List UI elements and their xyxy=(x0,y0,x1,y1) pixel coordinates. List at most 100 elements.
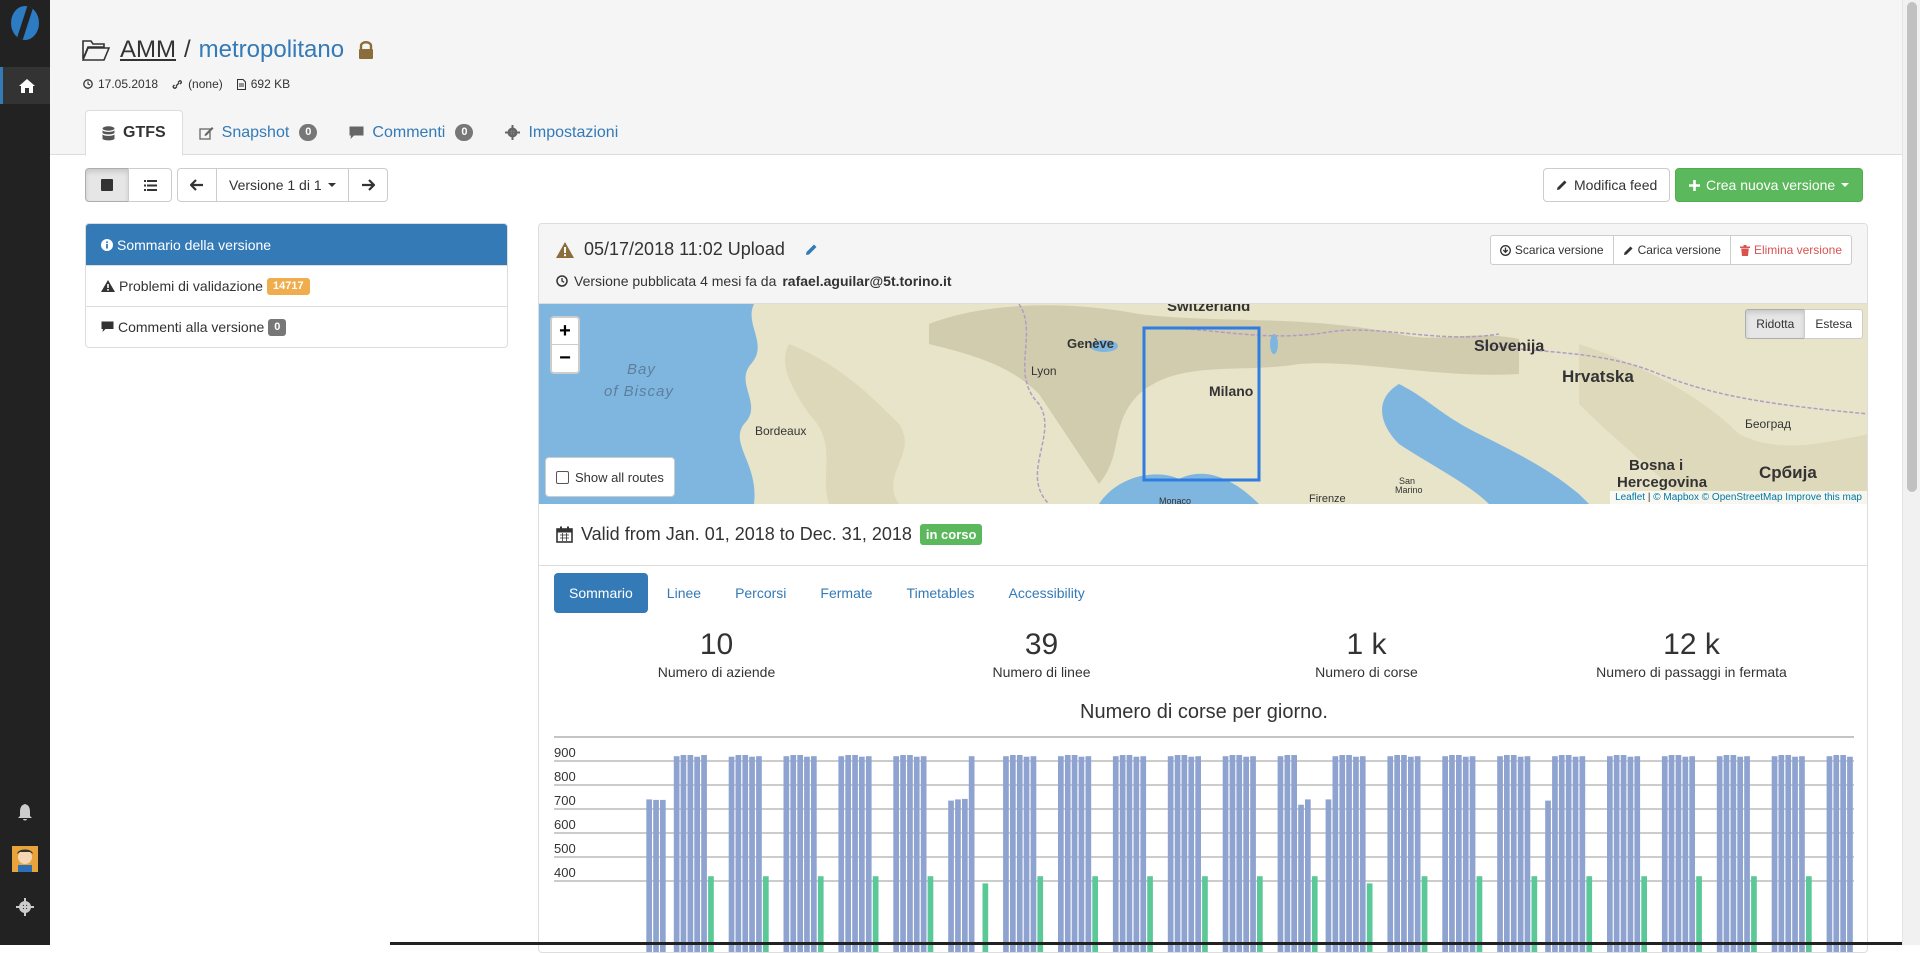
subtab-fermate[interactable]: Fermate xyxy=(805,573,887,613)
chart-bar[interactable] xyxy=(694,756,700,953)
chart-bar[interactable] xyxy=(1339,755,1346,953)
user-avatar[interactable] xyxy=(0,842,50,876)
zoom-in-button[interactable]: + xyxy=(552,318,578,345)
mapbox-link[interactable]: © Mapbox xyxy=(1653,492,1699,503)
chart-bar[interactable] xyxy=(948,800,954,953)
section-comments[interactable]: Commenti alla versione 0 xyxy=(86,306,507,347)
chart-bar[interactable] xyxy=(1778,755,1785,953)
chart-bar[interactable] xyxy=(735,755,742,953)
zoom-out-button[interactable]: − xyxy=(552,345,578,372)
chart-bar[interactable] xyxy=(1504,755,1510,953)
chart-bar[interactable] xyxy=(1030,756,1037,953)
chart-bar[interactable] xyxy=(790,755,797,953)
chart-bar[interactable] xyxy=(1730,755,1737,953)
subtab-percorsi[interactable]: Percorsi xyxy=(720,573,801,613)
upload-version-button[interactable]: Carica versione xyxy=(1612,235,1731,265)
chart-bar[interactable] xyxy=(701,755,707,953)
subtab-accessibility[interactable]: Accessibility xyxy=(994,573,1100,613)
chart-bar[interactable] xyxy=(1112,756,1119,953)
chart-bar[interactable] xyxy=(900,755,906,953)
improve-map-link[interactable]: Improve this map xyxy=(1785,492,1862,503)
chart-bar[interactable] xyxy=(1195,756,1201,953)
app-logo[interactable] xyxy=(11,6,39,40)
chart-bar[interactable] xyxy=(1524,756,1531,953)
chart-bar[interactable] xyxy=(1607,756,1613,953)
chart-bar[interactable] xyxy=(913,756,920,953)
chart-bar[interactable] xyxy=(1545,800,1551,953)
chart-bar[interactable] xyxy=(1799,756,1805,953)
chart-bar[interactable] xyxy=(1689,756,1695,953)
chart-bar[interactable] xyxy=(1613,755,1620,953)
chart-bar[interactable] xyxy=(1058,756,1064,953)
chart-bar[interactable] xyxy=(1133,756,1140,953)
chart-bar[interactable] xyxy=(1449,755,1455,953)
chart-bar[interactable] xyxy=(893,756,899,953)
settings-button[interactable] xyxy=(0,890,50,924)
chart-bar[interactable] xyxy=(1401,755,1407,953)
chart-bar[interactable] xyxy=(1023,756,1030,953)
edit-feed-button[interactable]: Modifica feed xyxy=(1543,168,1671,202)
chart-bar[interactable] xyxy=(1785,755,1792,953)
chart-bar[interactable] xyxy=(1627,756,1634,953)
chart-bar[interactable] xyxy=(1325,799,1332,953)
chart-bar[interactable] xyxy=(1243,756,1249,953)
subtab-linee[interactable]: Linee xyxy=(652,573,716,613)
show-routes-toggle[interactable]: Show all routes xyxy=(545,457,675,497)
chart-bar[interactable] xyxy=(804,756,810,953)
chart-bar[interactable] xyxy=(1181,755,1188,953)
chart-bar[interactable] xyxy=(1071,755,1078,953)
chart-bar[interactable] xyxy=(1510,755,1517,953)
chart-bar[interactable] xyxy=(653,799,659,953)
chart-bar[interactable] xyxy=(1222,756,1229,953)
next-version-button[interactable] xyxy=(347,168,388,202)
chart-bar[interactable] xyxy=(660,799,666,953)
map-extended-button[interactable]: Estesa xyxy=(1804,309,1863,339)
show-routes-checkbox[interactable] xyxy=(556,470,569,484)
chart-bar[interactable] xyxy=(1682,756,1689,953)
chart-bar[interactable] xyxy=(1284,755,1291,953)
chart-bar[interactable] xyxy=(968,756,975,953)
chart-bar[interactable] xyxy=(1408,756,1414,953)
page-scrollbar[interactable] xyxy=(1902,0,1920,945)
chart-bar[interactable] xyxy=(1661,756,1668,953)
chart-bar[interactable] xyxy=(1229,755,1236,953)
chart-bar[interactable] xyxy=(1572,756,1579,953)
chart-bar[interactable] xyxy=(1298,804,1304,953)
chart-bar[interactable] xyxy=(1675,755,1682,953)
chart-bar[interactable] xyxy=(1497,756,1503,953)
chart-bar[interactable] xyxy=(756,756,762,953)
chart-bar[interactable] xyxy=(1359,756,1366,953)
chart-bar[interactable] xyxy=(1126,755,1133,953)
section-summary[interactable]: Sommario della versione xyxy=(86,224,507,265)
chart-bar[interactable] xyxy=(1558,755,1565,953)
chart-bar[interactable] xyxy=(1469,756,1476,953)
tab-impostazioni[interactable]: Impostazioni xyxy=(489,110,634,155)
chart-bar[interactable] xyxy=(742,755,749,953)
chart-bar[interactable] xyxy=(1833,755,1840,953)
tab-snapshot[interactable]: Snapshot 0 xyxy=(183,110,334,155)
chart-bar[interactable] xyxy=(1394,755,1400,953)
chart-bar[interactable] xyxy=(1744,756,1750,953)
chart-bar[interactable] xyxy=(1387,756,1394,953)
chart-bar[interactable] xyxy=(797,755,803,953)
chart-bar[interactable] xyxy=(1174,755,1181,953)
feed-name[interactable]: metropolitano xyxy=(199,36,344,64)
scrollbar-thumb[interactable] xyxy=(1907,2,1917,492)
edit-title-icon[interactable] xyxy=(805,243,818,256)
chart-bar[interactable] xyxy=(1668,755,1675,953)
chart-bar[interactable] xyxy=(749,756,755,953)
project-link[interactable]: AMM xyxy=(120,36,176,64)
chart-bar[interactable] xyxy=(1565,755,1572,953)
chart-bar[interactable] xyxy=(1723,755,1730,953)
chart-bar[interactable] xyxy=(852,755,858,953)
tab-gtfs[interactable]: GTFS xyxy=(85,110,183,156)
chart-bar[interactable] xyxy=(1003,756,1009,953)
notifications-button[interactable] xyxy=(0,796,50,830)
chart-bar[interactable] xyxy=(1140,756,1147,953)
chart-bar[interactable] xyxy=(859,756,865,953)
chart-bar[interactable] xyxy=(838,756,845,953)
chart-bar[interactable] xyxy=(1826,756,1833,953)
create-version-button[interactable]: Crea nuova versione xyxy=(1675,168,1864,202)
chart-bar[interactable] xyxy=(1305,799,1311,953)
leaflet-link[interactable]: Leaflet xyxy=(1615,492,1645,503)
